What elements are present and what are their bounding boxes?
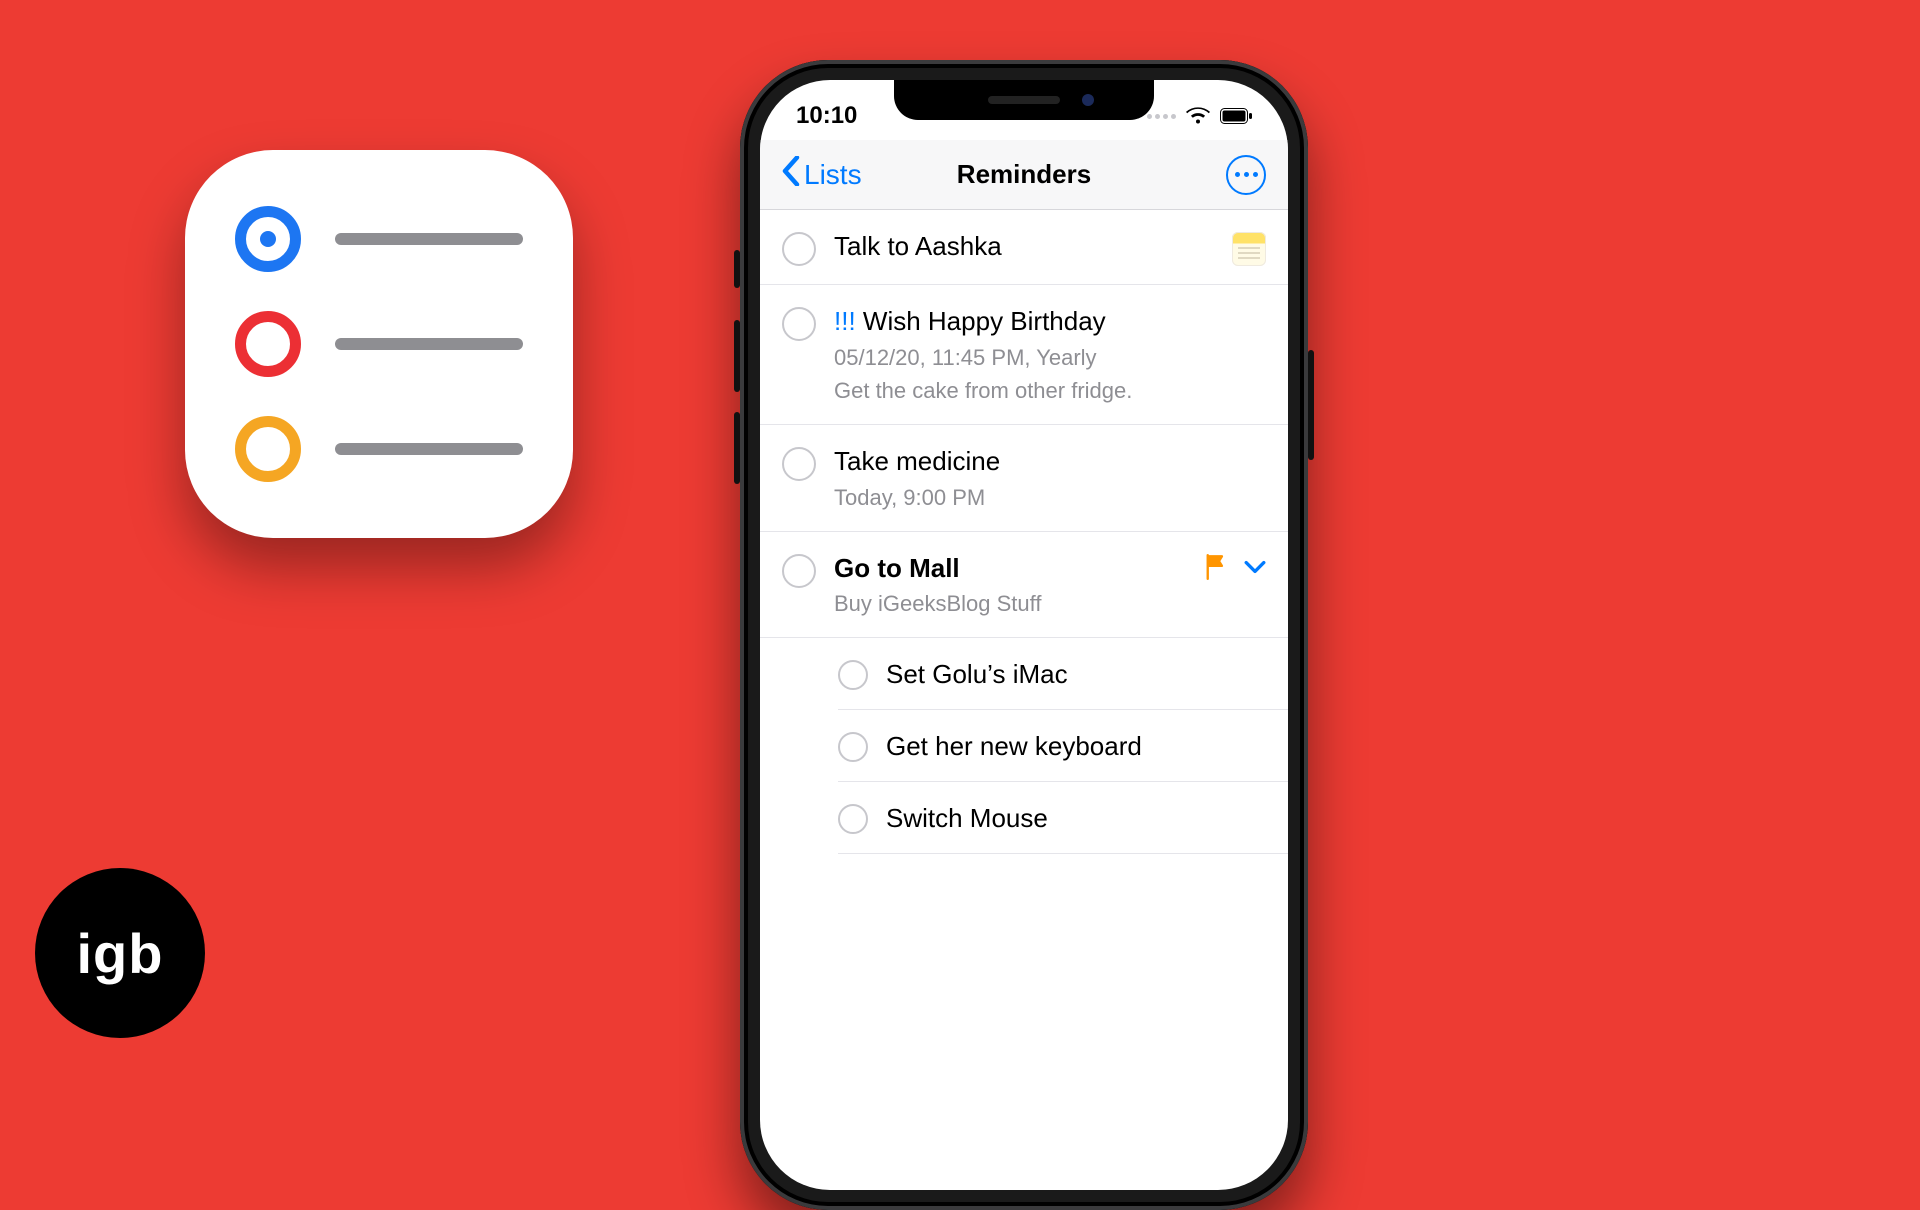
volume-up-button[interactable] xyxy=(734,320,740,392)
mute-switch[interactable] xyxy=(734,250,740,288)
icon-row-1 xyxy=(235,206,523,272)
complete-toggle[interactable] xyxy=(782,232,816,266)
list-line xyxy=(335,338,523,350)
nav-bar: Lists Reminders xyxy=(760,140,1288,210)
chevron-down-icon[interactable] xyxy=(1244,560,1266,579)
speaker-grill xyxy=(988,96,1060,104)
reminder-body[interactable]: Switch Mouse xyxy=(886,802,1266,836)
bullet-icon xyxy=(235,416,301,482)
back-label: Lists xyxy=(804,159,862,191)
reminder-title-text: Set Golu’s iMac xyxy=(886,659,1068,689)
reminder-accessories xyxy=(1204,554,1266,585)
reminder-subtask[interactable]: Switch Mouse xyxy=(760,782,1288,854)
igb-logo: iGB xyxy=(35,868,205,1038)
reminder-title-text: Go to Mall xyxy=(834,553,960,583)
reminder-meta: 05/12/20, 11:45 PM, Yearly xyxy=(834,343,1266,373)
volume-down-button[interactable] xyxy=(734,412,740,484)
bullet-icon xyxy=(235,311,301,377)
list-line xyxy=(335,233,523,245)
reminder-title-text: Talk to Aashka xyxy=(834,231,1002,261)
iphone-screen: 10:10 Lists Reminders xyxy=(760,80,1288,1190)
reminder-title-text: Wish Happy Birthday xyxy=(863,306,1106,336)
chevron-left-icon xyxy=(782,156,800,193)
reminder-title: Switch Mouse xyxy=(886,802,1266,836)
icon-row-3 xyxy=(235,416,523,482)
reminder-title: Talk to Aashka xyxy=(834,230,1214,264)
reminder-subtask[interactable]: Get her new keyboard xyxy=(760,710,1288,782)
reminder-meta: Buy iGeeksBlog Stuff xyxy=(834,589,1186,619)
battery-icon xyxy=(1220,108,1252,124)
reminder-title: Go to Mall xyxy=(834,552,1186,586)
notch xyxy=(894,80,1154,120)
reminder-body[interactable]: Take medicine Today, 9:00 PM xyxy=(834,445,1266,512)
reminder-body[interactable]: !!! Wish Happy Birthday 05/12/20, 11:45 P… xyxy=(834,305,1266,406)
reminder-title-text: Take medicine xyxy=(834,446,1000,476)
complete-toggle[interactable] xyxy=(782,447,816,481)
reminder-title-text: Switch Mouse xyxy=(886,803,1048,833)
reminder-body[interactable]: Talk to Aashka xyxy=(834,230,1214,264)
reminder-body[interactable]: Get her new keyboard xyxy=(886,730,1266,764)
more-options-button[interactable] xyxy=(1226,155,1266,195)
wifi-icon xyxy=(1186,107,1210,125)
complete-toggle[interactable] xyxy=(838,660,868,690)
ellipsis-icon xyxy=(1244,172,1249,177)
priority-indicator: !!! xyxy=(834,306,863,336)
reminder-item[interactable]: !!! Wish Happy Birthday 05/12/20, 11:45 P… xyxy=(760,285,1288,425)
reminder-item[interactable]: Talk to Aashka xyxy=(760,210,1288,285)
cellular-icon xyxy=(1147,114,1176,119)
reminder-title: Get her new keyboard xyxy=(886,730,1266,764)
reminder-body[interactable]: Set Golu’s iMac xyxy=(886,658,1266,692)
reminder-subtask[interactable]: Set Golu’s iMac xyxy=(760,638,1288,710)
iphone-frame: 10:10 Lists Reminders xyxy=(740,60,1308,1210)
bullet-icon xyxy=(235,206,301,272)
reminder-accessories xyxy=(1232,232,1266,266)
back-button[interactable]: Lists xyxy=(782,156,862,193)
status-time: 10:10 xyxy=(796,102,857,130)
complete-toggle[interactable] xyxy=(782,554,816,588)
status-right xyxy=(1147,107,1252,125)
complete-toggle[interactable] xyxy=(838,732,868,762)
reminder-title: !!! Wish Happy Birthday xyxy=(834,305,1266,339)
power-button[interactable] xyxy=(1308,350,1314,460)
flag-icon xyxy=(1204,554,1228,585)
front-camera xyxy=(1082,94,1094,106)
ellipsis-icon xyxy=(1235,172,1240,177)
reminder-item[interactable]: Go to Mall Buy iGeeksBlog Stuff xyxy=(760,532,1288,638)
reminder-title: Take medicine xyxy=(834,445,1266,479)
reminder-meta: Today, 9:00 PM xyxy=(834,483,1266,513)
icon-row-2 xyxy=(235,311,523,377)
reminder-note: Get the cake from other fridge. xyxy=(834,376,1266,406)
reminder-title: Set Golu’s iMac xyxy=(886,658,1266,692)
reminder-body[interactable]: Go to Mall Buy iGeeksBlog Stuff xyxy=(834,552,1186,619)
reminder-item[interactable]: Take medicine Today, 9:00 PM xyxy=(760,425,1288,531)
ellipsis-icon xyxy=(1253,172,1258,177)
reminder-title-text: Get her new keyboard xyxy=(886,731,1142,761)
complete-toggle[interactable] xyxy=(782,307,816,341)
complete-toggle[interactable] xyxy=(838,804,868,834)
list-line xyxy=(335,443,523,455)
notes-attachment-icon[interactable] xyxy=(1232,232,1266,266)
reminders-app-icon xyxy=(185,150,573,538)
igb-logo-text: iGB xyxy=(77,921,164,986)
reminders-list[interactable]: Talk to Aashka!!! Wish Happy Birthday05/… xyxy=(760,210,1288,854)
